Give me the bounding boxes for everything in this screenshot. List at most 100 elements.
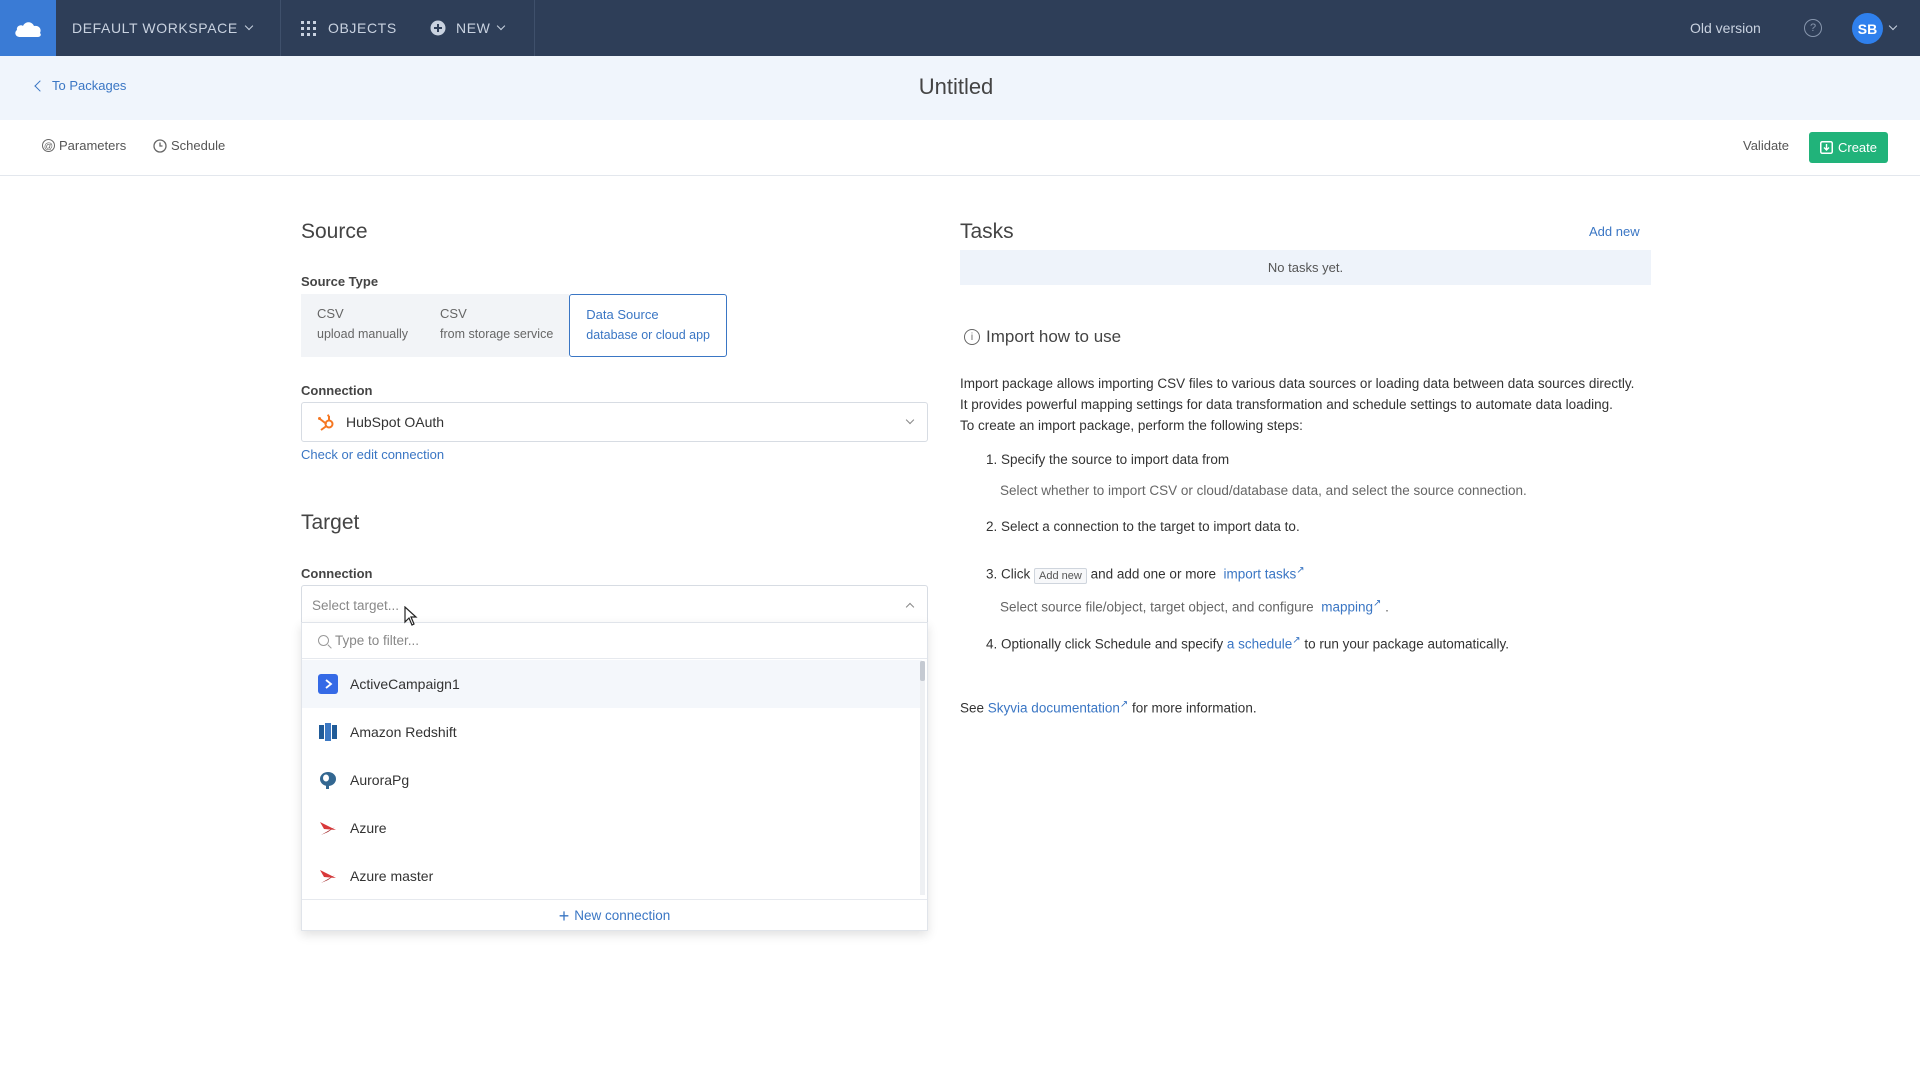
cloud-icon (15, 22, 41, 37)
howto-step-3-detail: Select source file/object, target object… (1000, 598, 1389, 615)
mouse-cursor-icon (404, 606, 418, 626)
source-connection-value: HubSpot OAuth (346, 414, 445, 430)
howto-intro-3: To create an import package, perform the… (960, 418, 1303, 433)
source-type-subtitle: database or cloud app (586, 328, 710, 342)
connection-option[interactable]: Azure master (302, 852, 922, 900)
save-icon (1819, 141, 1833, 154)
mapping-link[interactable]: mapping (1321, 600, 1373, 615)
skyvia-logo[interactable] (0, 0, 56, 56)
new-connection-label: New connection (574, 908, 671, 923)
howto-step-1-detail: Select whether to import CSV or cloud/da… (1000, 483, 1527, 498)
nav-divider (534, 0, 535, 56)
parameters-label: Parameters (59, 138, 127, 153)
schedule-button[interactable]: Schedule (153, 138, 225, 153)
redshift-icon (318, 722, 338, 742)
howto-intro-1: Import package allows importing CSV file… (960, 376, 1635, 391)
create-button[interactable]: Create (1809, 132, 1888, 163)
title-bar: To Packages Untitled (0, 56, 1920, 120)
package-toolbar: @ Parameters Schedule Validate Create (0, 120, 1920, 176)
howto-title-text: Import how to use (986, 327, 1122, 346)
step-text: 4. Optionally click Schedule and specify (986, 636, 1224, 652)
option-label: Azure (350, 820, 387, 836)
source-type-subtitle: upload manually (317, 327, 409, 341)
sql-server-icon (318, 818, 338, 838)
check-edit-connection-link[interactable]: Check or edit connection (301, 447, 444, 462)
scrollbar-thumb[interactable] (920, 661, 925, 681)
page-title[interactable]: Untitled (0, 74, 1912, 100)
howto-see-docs: See Skyvia documentation↗ for more infor… (960, 694, 1257, 719)
chevron-down-icon (497, 21, 506, 31)
validate-button[interactable]: Validate (1743, 138, 1789, 153)
step-text: and add one or more (1090, 566, 1216, 582)
step-text: . (1385, 599, 1389, 615)
import-tasks-link[interactable]: import tasks (1223, 567, 1296, 582)
filter-placeholder: Type to filter... (335, 633, 420, 648)
add-task-link[interactable]: Add new (1589, 224, 1640, 239)
workspace-menu[interactable]: DEFAULT WORKSPACE (72, 0, 254, 56)
source-type-csv-storage[interactable]: CSV from storage service (424, 294, 570, 357)
target-connection-label: Connection (301, 566, 373, 581)
option-label: Amazon Redshift (350, 724, 457, 740)
external-link-icon: ↗ (1119, 699, 1129, 710)
activecampaign-icon (318, 674, 338, 694)
documentation-link[interactable]: Skyvia documentation (988, 701, 1120, 716)
connection-option[interactable]: AuroraPg (302, 756, 922, 804)
option-label: AuroraPg (350, 772, 410, 788)
target-heading: Target (301, 511, 360, 534)
new-label: NEW (456, 20, 491, 36)
objects-menu[interactable]: OBJECTS (301, 0, 397, 56)
dropdown-scrollbar[interactable] (920, 661, 925, 895)
top-navbar: DEFAULT WORKSPACE OBJECTS NEW Old versio… (0, 0, 1920, 56)
chevron-down-icon[interactable] (1888, 21, 1898, 31)
clock-icon (153, 138, 167, 153)
create-label: Create (1837, 140, 1878, 155)
hubspot-icon (318, 414, 334, 431)
connection-option[interactable]: Amazon Redshift (302, 708, 922, 756)
plus-circle-icon (430, 20, 446, 36)
source-type-csv-manual[interactable]: CSV upload manually (301, 294, 425, 357)
schedule-link[interactable]: a schedule (1227, 637, 1292, 652)
source-type-title: CSV (440, 306, 467, 321)
source-type-title: Data Source (586, 307, 659, 322)
info-icon: i (964, 329, 980, 345)
chevron-down-icon (905, 415, 915, 425)
target-connection-select[interactable]: Select target... (301, 585, 928, 625)
grid-icon (301, 20, 316, 36)
new-connection-button[interactable]: + New connection (302, 899, 927, 931)
new-menu[interactable]: NEW (430, 0, 506, 56)
option-label: ActiveCampaign1 (350, 676, 460, 692)
target-connection-dropdown: Type to filter... ActiveCampaign1 Amazon… (301, 622, 928, 931)
at-icon: @ (42, 139, 55, 152)
source-type-data-source[interactable]: Data Source database or cloud app (569, 294, 727, 357)
howto-intro-2: It provides powerful mapping settings fo… (960, 397, 1613, 412)
tasks-heading: Tasks (960, 220, 1014, 243)
filter-input[interactable]: Type to filter... (302, 623, 927, 659)
parameters-button[interactable]: @ Parameters (42, 138, 126, 153)
howto-step-3: 3. Click Add new and add one or more imp… (986, 565, 1305, 584)
step-text: See (960, 700, 985, 716)
step-text: for more information. (1132, 700, 1257, 716)
step-text: to run your package automatically. (1304, 636, 1509, 652)
tasks-empty-state: No tasks yet. (960, 250, 1651, 285)
external-link-icon: ↗ (1373, 598, 1382, 609)
howto-step-1: 1. Specify the source to import data fro… (986, 452, 1230, 467)
old-version-link[interactable]: Old version (1690, 0, 1761, 56)
source-connection-label: Connection (301, 383, 373, 398)
source-connection-select[interactable]: HubSpot OAuth (301, 402, 928, 442)
objects-label: OBJECTS (328, 20, 397, 36)
option-label: Azure master (350, 868, 434, 884)
external-link-icon: ↗ (1292, 635, 1301, 646)
source-type-selector: CSV upload manually CSV from storage ser… (301, 294, 727, 357)
schedule-label: Schedule (171, 138, 226, 153)
connection-option[interactable]: Azure (302, 804, 922, 852)
add-new-badge: Add new (1034, 567, 1087, 584)
workspace-label: DEFAULT WORKSPACE (72, 20, 238, 36)
help-icon[interactable]: ? (1804, 19, 1822, 37)
sql-server-icon (318, 866, 338, 886)
source-type-title: CSV (317, 306, 344, 321)
avatar[interactable]: SB (1852, 13, 1883, 44)
chevron-up-icon (905, 602, 915, 612)
nav-divider (280, 0, 281, 56)
old-version-label: Old version (1690, 20, 1761, 36)
connection-option[interactable]: ActiveCampaign1 (302, 660, 922, 708)
